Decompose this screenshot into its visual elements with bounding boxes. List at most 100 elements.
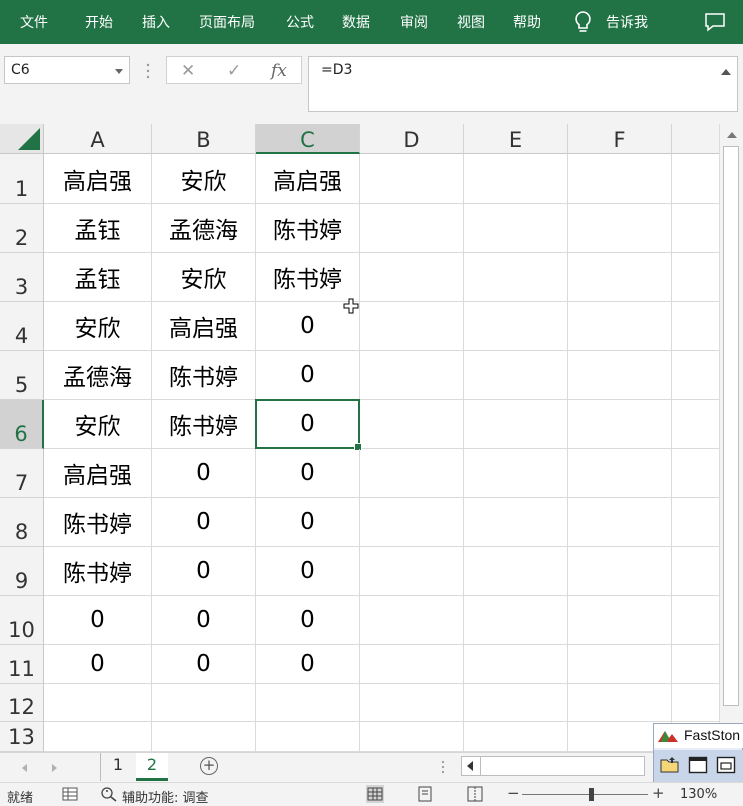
cell[interactable]: 陈书婷 — [256, 253, 360, 302]
cell[interactable]: 安欣 — [44, 400, 152, 449]
cell[interactable] — [672, 351, 719, 400]
cell[interactable] — [360, 596, 464, 645]
cell[interactable] — [568, 684, 672, 722]
cell[interactable]: 陈书婷 — [152, 351, 256, 400]
capture-window-icon[interactable] — [688, 756, 708, 774]
cell[interactable] — [360, 351, 464, 400]
cell[interactable]: 安欣 — [152, 154, 256, 204]
cell[interactable]: 孟钰 — [44, 204, 152, 253]
capture-object-icon[interactable] — [716, 756, 736, 774]
cell[interactable] — [672, 498, 719, 547]
row-header-11[interactable]: 11 — [0, 645, 44, 684]
cell[interactable] — [568, 154, 672, 204]
cell[interactable]: 0 — [44, 645, 152, 684]
cell[interactable] — [568, 204, 672, 253]
cell[interactable] — [464, 400, 568, 449]
column-header-f[interactable]: F — [568, 124, 672, 154]
tell-me-search[interactable]: 告诉我 — [606, 12, 648, 32]
tab-home[interactable]: 开始 — [85, 12, 113, 32]
row-header-10[interactable]: 10 — [0, 596, 44, 645]
zoom-slider[interactable] — [522, 794, 648, 795]
tab-page-layout[interactable]: 页面布局 — [199, 12, 255, 32]
cell[interactable]: 0 — [152, 596, 256, 645]
cell[interactable] — [672, 253, 719, 302]
tab-insert[interactable]: 插入 — [142, 12, 170, 32]
cell[interactable]: 0 — [152, 547, 256, 596]
cell[interactable]: 安欣 — [44, 302, 152, 351]
horizontal-scrollbar[interactable] — [461, 756, 645, 776]
cell[interactable] — [360, 302, 464, 351]
cell[interactable] — [568, 351, 672, 400]
cell[interactable] — [360, 547, 464, 596]
cell[interactable] — [360, 154, 464, 204]
cell[interactable]: 0 — [256, 547, 360, 596]
cell[interactable] — [568, 253, 672, 302]
cell[interactable]: 陈书婷 — [44, 547, 152, 596]
add-sheet-button[interactable]: + — [200, 757, 218, 775]
cell[interactable] — [464, 302, 568, 351]
cell[interactable] — [672, 684, 719, 722]
accessibility-icon[interactable] — [100, 786, 118, 802]
cell[interactable] — [464, 645, 568, 684]
macro-record-icon[interactable] — [62, 786, 78, 802]
open-folder-icon[interactable] — [660, 756, 680, 774]
cell[interactable] — [464, 204, 568, 253]
collapse-formula-icon[interactable] — [721, 69, 731, 75]
page-layout-view-icon[interactable] — [416, 785, 434, 803]
cell[interactable]: 0 — [256, 449, 360, 498]
zoom-slider-thumb[interactable] — [589, 788, 594, 801]
cell[interactable] — [360, 645, 464, 684]
formula-input[interactable]: =D3 — [308, 56, 738, 112]
comment-icon[interactable] — [704, 12, 726, 32]
cell[interactable]: 0 — [256, 596, 360, 645]
column-header-c[interactable]: C — [256, 124, 360, 154]
cell[interactable]: 陈书婷 — [256, 204, 360, 253]
cell[interactable] — [672, 204, 719, 253]
cell[interactable] — [568, 645, 672, 684]
zoom-in-button[interactable]: + — [652, 784, 665, 802]
tab-review[interactable]: 审阅 — [400, 12, 428, 32]
row-header-8[interactable]: 8 — [0, 498, 44, 547]
cell[interactable] — [568, 547, 672, 596]
accessibility-status[interactable]: 辅助功能: 调查 — [122, 787, 209, 806]
cell[interactable]: 陈书婷 — [44, 498, 152, 547]
cell[interactable] — [44, 684, 152, 722]
prev-sheet-icon[interactable] — [22, 764, 27, 772]
column-header-a[interactable]: A — [44, 124, 152, 154]
cell[interactable]: 高启强 — [44, 449, 152, 498]
cell[interactable] — [568, 302, 672, 351]
cell[interactable] — [360, 684, 464, 722]
cell[interactable] — [464, 684, 568, 722]
cell[interactable]: 0 — [256, 645, 360, 684]
cell[interactable] — [672, 596, 719, 645]
cell[interactable]: 0 — [152, 498, 256, 547]
column-header-d[interactable]: D — [360, 124, 464, 154]
scroll-thumb[interactable] — [723, 146, 739, 706]
row-header-13[interactable]: 13 — [0, 722, 44, 752]
cell[interactable]: 高启强 — [152, 302, 256, 351]
chevron-down-icon[interactable] — [115, 69, 123, 74]
tab-help[interactable]: 帮助 — [513, 12, 541, 32]
name-box[interactable]: C6 — [4, 56, 130, 84]
cell[interactable] — [360, 449, 464, 498]
cell[interactable] — [568, 449, 672, 498]
tab-file[interactable]: 文件 — [20, 12, 48, 32]
cell[interactable] — [360, 204, 464, 253]
row-header-12[interactable]: 12 — [0, 684, 44, 722]
row-header-1[interactable]: 1 — [0, 154, 44, 204]
cell[interactable] — [464, 449, 568, 498]
cell[interactable]: 高启强 — [256, 154, 360, 204]
cell[interactable] — [152, 722, 256, 752]
vertical-scrollbar[interactable] — [719, 124, 743, 752]
cell[interactable] — [360, 722, 464, 752]
tab-formulas[interactable]: 公式 — [286, 12, 314, 32]
page-break-view-icon[interactable] — [466, 785, 484, 803]
cell[interactable] — [672, 449, 719, 498]
worksheet-grid[interactable]: A B C D E F 1 高启强 安欣 高启强 2 孟钰 孟德海 陈书婷 3 孟钰 安欣 陈书婷 4 安欣 高启强 0 5… — [0, 124, 719, 752]
enter-icon[interactable]: ✓ — [227, 61, 241, 81]
row-header-5[interactable]: 5 — [0, 351, 44, 400]
cancel-icon[interactable]: ✕ — [181, 61, 195, 81]
row-header-4[interactable]: 4 — [0, 302, 44, 351]
cell[interactable] — [568, 400, 672, 449]
cell[interactable]: 安欣 — [152, 253, 256, 302]
